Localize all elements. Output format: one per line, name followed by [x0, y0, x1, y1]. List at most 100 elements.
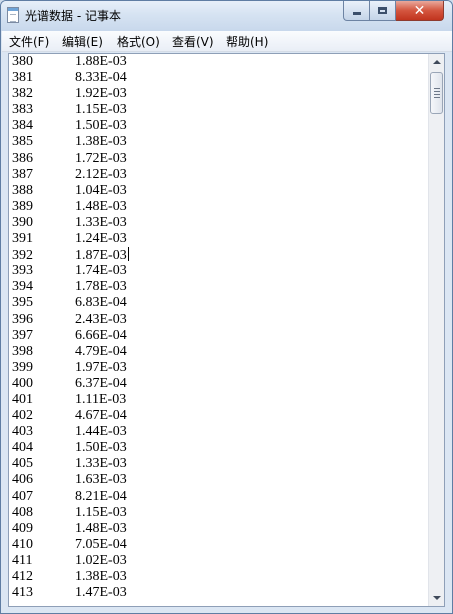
text-line: 393 1.74E-03 — [12, 263, 129, 279]
text-line: 409 1.48E-03 — [12, 521, 129, 537]
line-index: 391 — [12, 231, 33, 247]
line-value: 1.88E-03 — [75, 54, 127, 69]
text-line: 392 1.87E-03 — [12, 247, 129, 263]
line-value: 8.21E-04 — [75, 488, 127, 504]
line-index: 392 — [12, 248, 33, 264]
line-index: 413 — [12, 585, 33, 601]
title-bar[interactable]: 光谱数据 - 记事本 ✕ — [1, 1, 452, 31]
line-value: 1.24E-03 — [75, 231, 127, 247]
text-line: 405 1.33E-03 — [12, 456, 129, 472]
text-line: 401 1.11E-03 — [12, 392, 129, 408]
text-line: 400 6.37E-04 — [12, 376, 129, 392]
line-index: 410 — [12, 536, 33, 552]
line-index: 411 — [12, 552, 33, 568]
notepad-window: 光谱数据 - 记事本 ✕ 文件(F) 编辑(E) 格式(O) 查看(V) 帮助(… — [0, 0, 453, 614]
line-index: 408 — [12, 504, 33, 520]
text-line: 394 1.78E-03 — [12, 279, 129, 295]
line-value: 1.38E-03 — [75, 134, 127, 150]
line-value: 1.87E-03 — [75, 248, 127, 264]
line-index: 401 — [12, 391, 33, 407]
line-index: 403 — [12, 424, 33, 440]
close-button[interactable]: ✕ — [396, 1, 444, 21]
text-line: 398 4.79E-04 — [12, 344, 129, 360]
line-index: 382 — [12, 86, 33, 102]
text-line: 380 1.88E-03 — [12, 54, 129, 70]
maximize-icon — [378, 7, 387, 14]
line-index: 412 — [12, 569, 33, 584]
line-value: 1.48E-03 — [75, 198, 127, 214]
line-value: 1.33E-03 — [75, 456, 127, 472]
text-line: 391 1.24E-03 — [12, 231, 129, 247]
scroll-thumb[interactable] — [430, 72, 443, 114]
line-value: 1.02E-03 — [75, 552, 127, 568]
menu-file[interactable]: 文件(F) — [7, 33, 51, 50]
text-line: 402 4.67E-04 — [12, 408, 129, 424]
line-index: 402 — [12, 408, 33, 424]
line-value: 1.63E-03 — [75, 472, 127, 488]
line-value: 6.66E-04 — [75, 327, 127, 343]
line-value: 2.12E-03 — [75, 166, 127, 182]
text-line: 382 1.92E-03 — [12, 86, 129, 102]
minimize-icon — [352, 12, 361, 15]
line-value: 1.72E-03 — [75, 150, 127, 166]
line-index: 405 — [12, 456, 33, 472]
text-line: 388 1.04E-03 — [12, 183, 129, 199]
line-index: 393 — [12, 263, 33, 279]
maximize-button[interactable] — [370, 1, 396, 21]
line-value: 4.67E-04 — [75, 408, 127, 424]
text-line: 408 1.15E-03 — [12, 505, 129, 521]
window-bottom-border — [1, 607, 452, 613]
line-index: 404 — [12, 440, 33, 456]
text-line: 384 1.50E-03 — [12, 118, 129, 134]
line-index: 390 — [12, 214, 33, 230]
text-lines: 380 1.88E-03 381 8.33E-04 382 1.92E-03 383 1.15… — [12, 54, 129, 601]
line-index: 386 — [12, 150, 33, 166]
arrow-up-icon — [433, 60, 441, 64]
arrow-down-icon — [433, 596, 441, 600]
line-index: 407 — [12, 488, 33, 504]
line-index: 387 — [12, 166, 33, 182]
text-line: 383 1.15E-03 — [12, 102, 129, 118]
minimize-button[interactable] — [343, 1, 370, 21]
menu-edit[interactable]: 编辑(E) — [60, 33, 105, 50]
line-index: 400 — [12, 375, 33, 391]
vertical-scrollbar[interactable] — [428, 54, 444, 606]
line-index: 394 — [12, 279, 33, 295]
text-line: 407 8.21E-04 — [12, 489, 129, 505]
text-line: 389 1.48E-03 — [12, 199, 129, 215]
text-editor[interactable]: 380 1.88E-03 381 8.33E-04 382 1.92E-03 383 1.15… — [8, 53, 445, 607]
menu-bar: 文件(F) 编辑(E) 格式(O) 查看(V) 帮助(H) — [2, 31, 452, 52]
line-value: 1.92E-03 — [75, 86, 127, 102]
line-value: 1.15E-03 — [75, 102, 127, 118]
menu-format[interactable]: 格式(O) — [115, 33, 162, 50]
text-line: 381 8.33E-04 — [12, 70, 129, 86]
menu-view[interactable]: 查看(V) — [170, 33, 216, 50]
line-value: 4.79E-04 — [75, 343, 127, 359]
line-value: 1.50E-03 — [75, 118, 127, 134]
text-line: 397 6.66E-04 — [12, 328, 129, 344]
text-line: 410 7.05E-04 — [12, 537, 129, 553]
grip-line — [433, 91, 440, 92]
window-title: 光谱数据 - 记事本 — [25, 9, 121, 23]
scroll-down-button[interactable] — [429, 590, 444, 606]
line-value: 6.37E-04 — [75, 375, 127, 391]
text-line: 412 1.38E-03 — [12, 569, 129, 585]
text-line: 390 1.33E-03 — [12, 215, 129, 231]
line-index: 381 — [12, 70, 33, 86]
text-line: 399 1.97E-03 — [12, 360, 129, 376]
text-line: 395 6.83E-04 — [12, 295, 129, 311]
line-index: 385 — [12, 134, 33, 150]
line-value: 1.78E-03 — [75, 279, 127, 295]
text-line: 413 1.47E-03 — [12, 585, 129, 601]
line-value: 7.05E-04 — [75, 536, 127, 552]
text-line: 403 1.44E-03 — [12, 424, 129, 440]
line-value: 1.15E-03 — [75, 504, 127, 520]
line-index: 398 — [12, 343, 33, 359]
line-value: 1.48E-03 — [75, 520, 127, 536]
line-index: 380 — [12, 54, 33, 69]
scroll-up-button[interactable] — [429, 54, 444, 70]
menu-help[interactable]: 帮助(H) — [224, 33, 270, 50]
line-index: 395 — [12, 295, 33, 311]
notepad-icon[interactable] — [7, 7, 19, 23]
text-line: 387 2.12E-03 — [12, 167, 129, 183]
